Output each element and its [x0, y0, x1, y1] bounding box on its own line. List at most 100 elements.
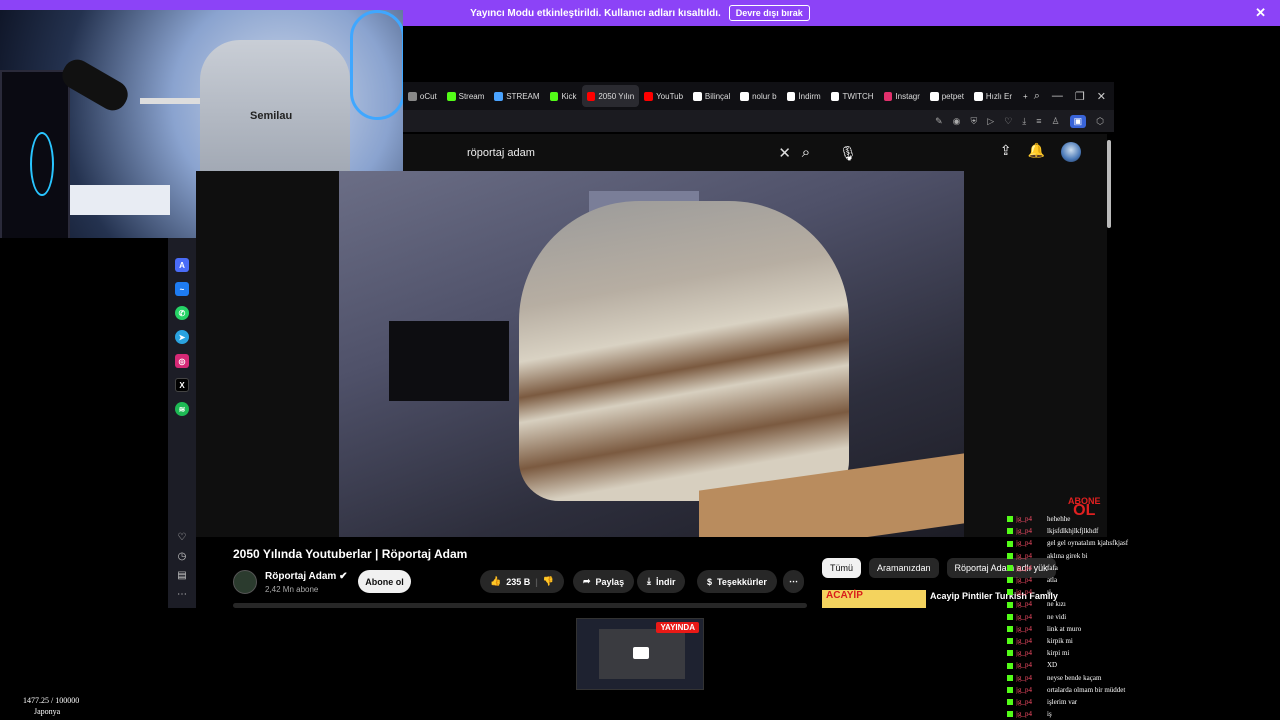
chat-message: jg_p4 gel gel oynatalım kjahsfkjasf: [1007, 537, 1277, 549]
chip-all[interactable]: Tümü: [822, 558, 862, 578]
live-badge: YAYINDA: [656, 622, 699, 633]
channel-name[interactable]: Röportaj Adam ✔: [265, 571, 347, 582]
microphone-icon[interactable]: 🎙: [835, 140, 861, 166]
heart-icon[interactable]: ♡: [1004, 116, 1012, 127]
chat-message: jg_p4 ne kızı: [1007, 598, 1277, 610]
bell-icon[interactable]: 🔔: [1028, 142, 1045, 162]
tab-label: Instagr: [895, 91, 920, 101]
clear-search-icon[interactable]: ✕: [778, 144, 791, 162]
search-input[interactable]: röportaj adam ✕: [455, 140, 795, 166]
tab-favicon-icon: [494, 91, 504, 101]
thanks-button[interactable]: $ Teşekkürler: [697, 570, 777, 593]
kick-badge-icon: [1007, 601, 1013, 608]
kick-badge-icon: [1007, 662, 1013, 669]
kick-badge-icon: [1007, 650, 1013, 657]
share-button[interactable]: ➦ Paylaş: [573, 570, 635, 593]
camera-icon[interactable]: ◉: [953, 116, 961, 127]
shield-icon[interactable]: ⛨: [971, 116, 978, 127]
browser-tab[interactable]: Hızlı Er: [969, 85, 1017, 107]
close-window-icon[interactable]: ✕: [1097, 90, 1106, 103]
video-frame[interactable]: [339, 171, 964, 537]
more-actions-button[interactable]: ⋯: [783, 570, 804, 593]
more-icon[interactable]: ⋯: [177, 589, 187, 600]
edit-icon[interactable]: ✎: [935, 116, 943, 127]
chat-message: jg_p4 ortalarda olmam bir müddet: [1007, 684, 1277, 696]
browser-tab[interactable]: 2050 Yılın: [581, 85, 640, 107]
whatsapp-icon[interactable]: ✆: [175, 306, 189, 320]
chat-text: ne vidi: [1047, 612, 1067, 621]
chat-message: jg_p4 hehehhe: [1007, 513, 1277, 525]
aria-icon[interactable]: A: [175, 258, 189, 272]
history-icon[interactable]: ◷: [178, 551, 187, 562]
chat-username: jg_p4: [1016, 588, 1032, 597]
chip-from-search[interactable]: Aramanızdan: [869, 558, 939, 578]
extension-icon[interactable]: ▣: [1069, 114, 1087, 128]
chat-text: ortalarda olmam bir müddet: [1047, 685, 1126, 694]
browser-tab[interactable]: STREAM: [489, 85, 544, 107]
chat-username: jg_p4: [1016, 698, 1032, 707]
browser-tab[interactable]: Stream: [442, 85, 490, 107]
like-button[interactable]: 👍 235 B | 👎: [480, 570, 564, 593]
heart-icon[interactable]: ♡: [178, 532, 187, 543]
chat-username: jg_p4: [1016, 624, 1032, 633]
goal-counter: 1477.25 / 100000 Japonya: [23, 695, 79, 717]
live-preview[interactable]: YAYINDA: [576, 618, 704, 690]
chat-username: jg_p4: [1016, 685, 1032, 694]
monitor-icon: [633, 647, 649, 659]
tab-favicon-icon: [883, 91, 893, 101]
recommended-thumbnail[interactable]: ACAYİP: [822, 590, 926, 608]
chat-text: neyse bende kaçam: [1047, 673, 1102, 682]
upload-icon[interactable]: ⇪: [1000, 142, 1012, 162]
browser-tab[interactable]: İndirm: [782, 85, 826, 107]
spotify-icon[interactable]: ≋: [175, 402, 189, 416]
wallet-icon[interactable]: ▤: [177, 570, 186, 581]
minimize-icon[interactable]: —: [1052, 90, 1063, 103]
cube-icon[interactable]: ⬡: [1096, 116, 1104, 127]
browser-tab[interactable]: Kick: [545, 85, 582, 107]
disable-streamer-mode-button[interactable]: Devre dışı bırak: [728, 5, 810, 21]
download-icon[interactable]: ⤓: [1022, 116, 1026, 127]
chat-text: aklına girek bi: [1047, 551, 1088, 560]
description-box[interactable]: [233, 603, 807, 608]
x-twitter-icon[interactable]: X: [175, 378, 189, 392]
thumbs-up-icon: 👍: [490, 576, 502, 586]
tab-label: Hızlı Er: [985, 91, 1013, 101]
channel-avatar[interactable]: [233, 570, 257, 594]
thanks-label: Teşekkürler: [717, 576, 767, 587]
tab-favicon-icon: [408, 91, 417, 101]
tab-label: Bilinçal: [704, 91, 731, 101]
download-button[interactable]: ⤓ İndir: [637, 570, 686, 593]
thumbs-down-icon[interactable]: 👎: [543, 576, 554, 587]
search-tabs-icon[interactable]: ⌕: [1034, 90, 1040, 103]
subscribe-button[interactable]: Abone ol: [358, 570, 411, 593]
telegram-icon[interactable]: ➤: [175, 330, 189, 344]
messenger-icon[interactable]: ~: [175, 282, 189, 296]
tab-favicon-icon: [740, 91, 750, 101]
close-icon[interactable]: ✕: [1255, 5, 1266, 21]
new-tab-button[interactable]: +: [1017, 92, 1034, 101]
play-icon[interactable]: ▷: [987, 116, 994, 127]
maximize-icon[interactable]: ❐: [1075, 90, 1085, 103]
chat-text: hehehhe: [1047, 515, 1071, 523]
list-icon[interactable]: ≡: [1036, 116, 1041, 126]
profile-icon[interactable]: ♙: [1052, 116, 1060, 127]
scrollbar[interactable]: [1107, 140, 1111, 228]
chat-text: ıj: [1047, 588, 1051, 597]
chat-message: jg_p4 kirpi mi: [1007, 647, 1277, 659]
browser-tab[interactable]: Bilinçal: [688, 85, 735, 107]
browser-tab[interactable]: oCut: [403, 85, 442, 107]
browser-tab[interactable]: petpet: [925, 85, 969, 107]
avatar[interactable]: [1061, 142, 1081, 162]
tab-label: YouTub: [656, 91, 684, 101]
browser-tab[interactable]: nolur b: [735, 85, 781, 107]
instagram-icon[interactable]: ◎: [175, 354, 189, 368]
video-player[interactable]: [196, 171, 1107, 537]
tab-label: 2050 Yılın: [598, 91, 635, 101]
browser-tab[interactable]: YouTub: [639, 85, 688, 107]
browser-tab[interactable]: Instagr: [879, 85, 925, 107]
browser-tab[interactable]: TWITCH: [826, 85, 879, 107]
chat-message: jg_p4 ıj: [1007, 586, 1277, 598]
chat-username: jg_p4: [1016, 600, 1032, 609]
chat-username: jg_p4: [1016, 649, 1032, 658]
search-icon[interactable]: ⌕: [793, 140, 819, 166]
